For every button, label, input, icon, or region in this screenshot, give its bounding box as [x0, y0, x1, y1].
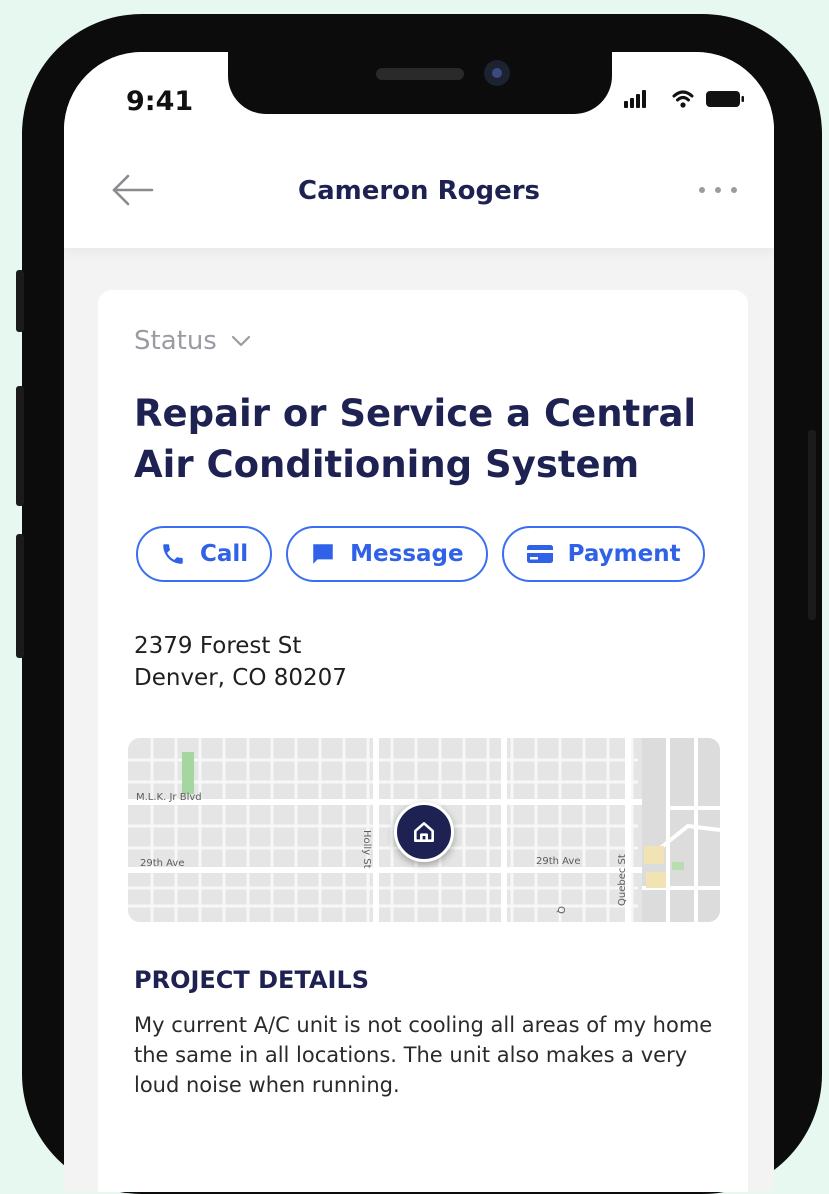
signal-icon — [624, 90, 646, 108]
call-label: Call — [200, 541, 249, 567]
project-card: Status Repair or Service a Central Air C… — [98, 290, 748, 1192]
map-label-mlk: M.L.K. Jr Blvd — [136, 792, 202, 803]
phone-notch — [228, 52, 612, 114]
location-pin[interactable] — [394, 802, 454, 862]
home-icon — [414, 822, 434, 842]
camera-icon — [484, 60, 510, 86]
address-line-2: Denver, CO 80207 — [134, 665, 347, 691]
status-time: 9:41 — [126, 86, 194, 117]
speaker — [376, 68, 464, 80]
chevron-down-icon — [231, 335, 250, 347]
payment-button[interactable]: Payment — [501, 526, 705, 582]
location-map[interactable]: M.L.K. Jr Blvd 29th Ave Holly St 29th Av… — [128, 738, 720, 922]
payment-label: Payment — [567, 541, 681, 567]
phone-icon — [163, 544, 183, 564]
map-label-29th-east: 29th Ave — [536, 856, 581, 867]
address-line-1: 2379 Forest St — [134, 633, 302, 659]
map-label-quebec: Quebec St — [617, 854, 628, 906]
message-label: Message — [350, 541, 464, 567]
volume-up-button — [16, 386, 24, 506]
call-button[interactable]: Call — [136, 526, 273, 582]
map-label-29th-west: 29th Ave — [140, 858, 185, 869]
phone-screen: 9:41 Cameron Rogers Status Repair or Ser… — [64, 52, 774, 1192]
chat-icon — [313, 544, 333, 564]
volume-down-button — [16, 534, 24, 658]
project-title: Repair or Service a Central Air Conditio… — [134, 392, 697, 486]
message-button[interactable]: Message — [286, 526, 488, 582]
silent-switch — [16, 270, 24, 332]
status-dropdown[interactable]: Status — [134, 326, 251, 356]
status-label: Status — [134, 326, 217, 356]
battery-icon — [706, 91, 744, 107]
project-details-text: My current A/C unit is not cooling all a… — [134, 1013, 713, 1097]
wifi-icon — [672, 90, 694, 108]
more-horizontal-icon[interactable] — [696, 180, 740, 200]
page-title: Cameron Rogers — [297, 176, 541, 206]
credit-card-icon — [526, 545, 553, 563]
address: 2379 Forest St Denver, CO 80207 — [134, 630, 347, 694]
power-button — [808, 430, 816, 620]
status-indicators — [624, 90, 744, 108]
project-details-heading: PROJECT DETAILS — [134, 966, 370, 994]
map-label-holly: Holly St — [361, 830, 372, 869]
map-label-q: Q — [555, 906, 566, 914]
action-buttons: Call Message Payment — [136, 526, 705, 582]
